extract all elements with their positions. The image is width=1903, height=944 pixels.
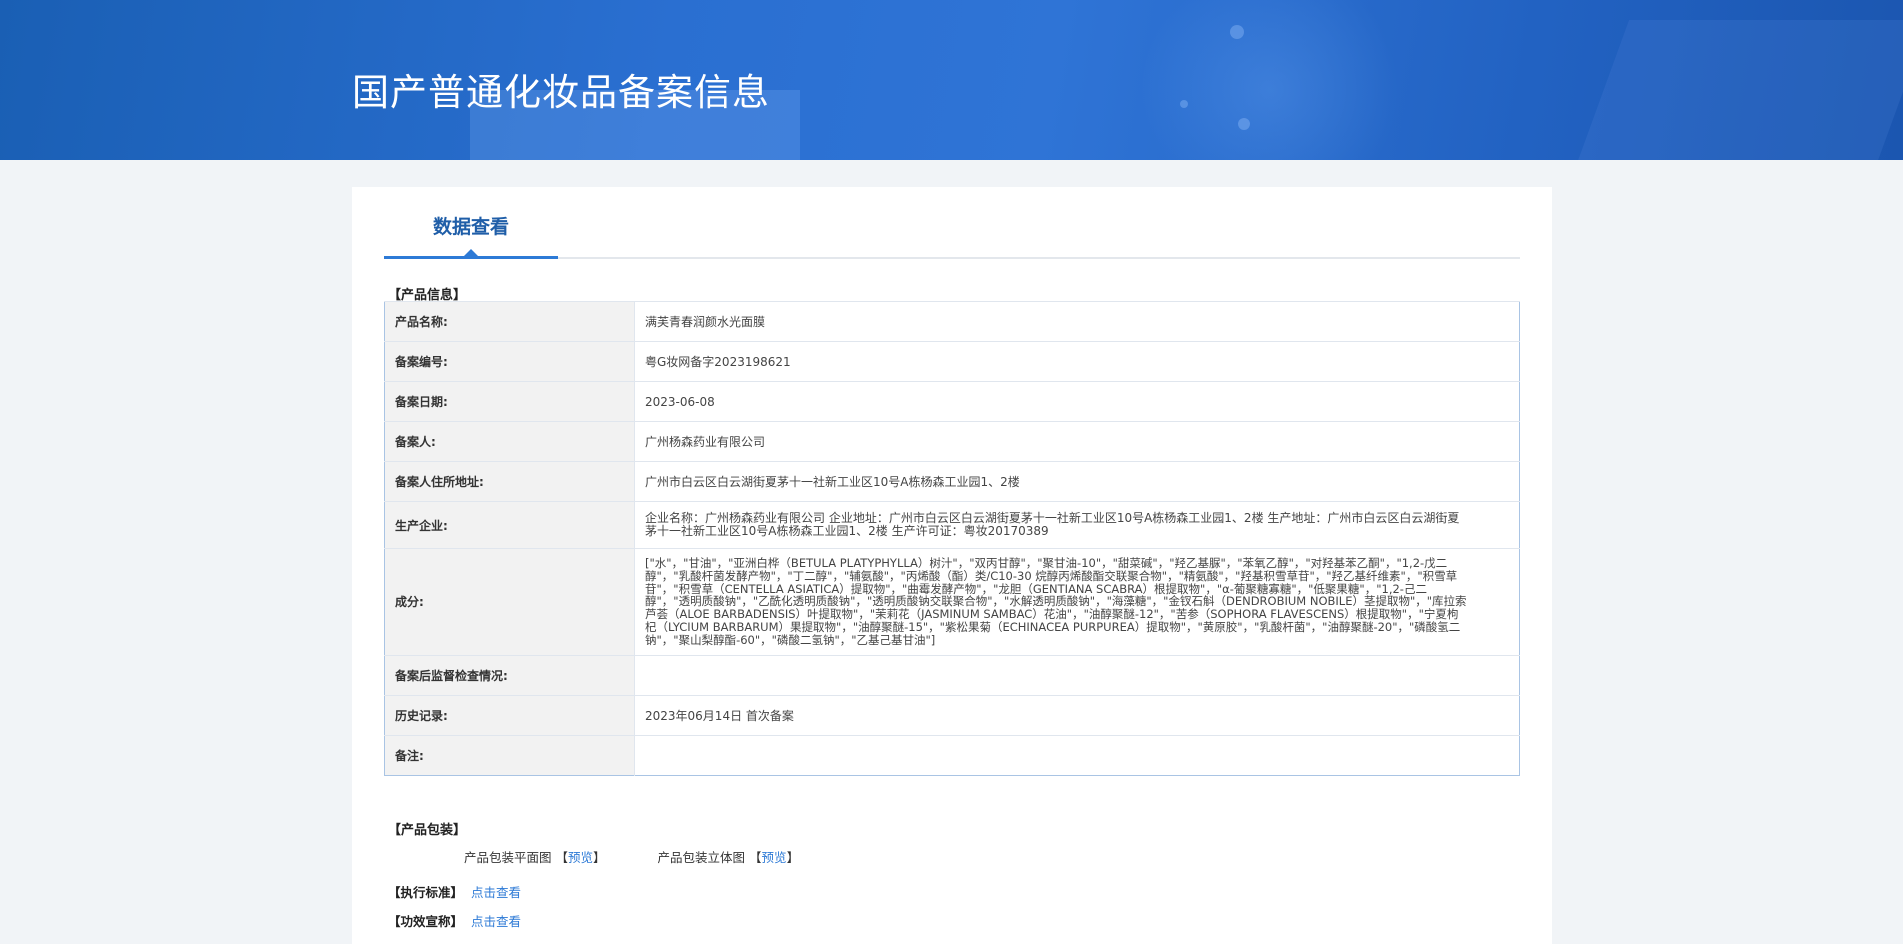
table-row: 产品名称: 满芙青春润颜水光面膜 xyxy=(384,301,1520,342)
preview-flat-link[interactable]: 预览 xyxy=(568,850,593,865)
row-label: 成分: xyxy=(384,548,635,656)
banner-decoration xyxy=(1180,100,1188,108)
row-label: 备案人住所地址: xyxy=(384,461,635,502)
row-label: 备注: xyxy=(384,734,635,776)
content-card: 数据查看 【产品信息】 产品名称: 满芙青春润颜水光面膜 备案编号: 粤G妆网备… xyxy=(352,187,1552,944)
tab-label: 数据查看 xyxy=(432,216,509,238)
tab-bar: 数据查看 xyxy=(384,187,1520,259)
tab-data-view[interactable]: 数据查看 xyxy=(384,187,558,259)
packaging-row: 产品包装平面图 【预览】 产品包装立体图 【预览】 xyxy=(464,847,847,866)
tab-caret-icon xyxy=(464,249,478,256)
row-label: 备案后监督检查情况: xyxy=(384,654,635,696)
efficacy-label: 【功效宣称】 xyxy=(388,914,464,929)
table-row: 成分: ["水"，"甘油"，"亚洲白桦（BETULA PLATYPHYLLA）树… xyxy=(384,548,1520,656)
preview-solid-link[interactable]: 预览 xyxy=(762,850,787,865)
section-title-packaging: 【产品包装】 xyxy=(388,823,467,838)
page-title: 国产普通化妆品备案信息 xyxy=(352,71,770,114)
product-info-table: 产品名称: 满芙青春润颜水光面膜 备案编号: 粤G妆网备字2023198621 … xyxy=(384,301,1520,776)
header-banner: 国产普通化妆品备案信息 xyxy=(0,0,1903,160)
row-value: 2023年06月14日 首次备案 xyxy=(634,694,1520,736)
banner-decoration xyxy=(1230,25,1244,39)
table-row: 备案日期: 2023-06-08 xyxy=(384,381,1520,422)
ingredients-value: ["水"，"甘油"，"亚洲白桦（BETULA PLATYPHYLLA）树汁"，"… xyxy=(634,548,1520,656)
bracket-close: 】 xyxy=(786,850,800,865)
standard-row: 【执行标准】 点击查看 xyxy=(388,882,521,901)
packaging-solid-item: 产品包装立体图 【预览】 xyxy=(658,847,800,866)
packaging-solid-label: 产品包装立体图 xyxy=(657,850,746,865)
efficacy-view-link[interactable]: 点击查看 xyxy=(471,914,521,929)
standard-label: 【执行标准】 xyxy=(388,885,464,900)
table-row: 备案人: 广州杨森药业有限公司 xyxy=(384,421,1520,462)
row-value: 企业名称：广州杨森药业有限公司 企业地址：广州市白云区白云湖街夏茅十一社新工业区… xyxy=(634,501,1520,549)
row-label: 历史记录: xyxy=(384,694,635,736)
banner-decoration xyxy=(1238,118,1250,130)
bracket-close: 】 xyxy=(593,850,606,865)
packaging-flat-item: 产品包装平面图 【预览】 xyxy=(464,847,606,866)
row-label: 备案人: xyxy=(384,421,635,462)
row-value: 广州杨森药业有限公司 xyxy=(634,421,1520,462)
row-value xyxy=(634,654,1520,696)
banner-decoration xyxy=(1570,20,1903,160)
row-label: 产品名称: xyxy=(384,301,635,342)
row-label: 备案编号: xyxy=(384,341,635,382)
table-row: 备注: xyxy=(384,734,1520,776)
table-row: 历史记录: 2023年06月14日 首次备案 xyxy=(384,694,1520,736)
bracket-open: 【 xyxy=(555,850,569,865)
packaging-flat-label: 产品包装平面图 xyxy=(464,850,552,865)
row-value: 满芙青春润颜水光面膜 xyxy=(634,301,1520,342)
efficacy-row: 【功效宣称】 点击查看 xyxy=(388,911,521,930)
row-value: 2023-06-08 xyxy=(634,381,1520,422)
banner-decoration xyxy=(1140,0,1400,160)
row-label: 生产企业: xyxy=(384,501,635,549)
table-row: 备案后监督检查情况: xyxy=(384,654,1520,696)
bracket-open: 【 xyxy=(749,850,762,865)
row-value xyxy=(634,734,1520,776)
standard-view-link[interactable]: 点击查看 xyxy=(471,885,521,900)
row-label: 备案日期: xyxy=(384,381,635,422)
table-row: 备案人住所地址: 广州市白云区白云湖街夏茅十一社新工业区10号A栋杨森工业园1、… xyxy=(384,461,1520,502)
table-row: 备案编号: 粤G妆网备字2023198621 xyxy=(384,341,1520,382)
table-row: 生产企业: 企业名称：广州杨森药业有限公司 企业地址：广州市白云区白云湖街夏茅十… xyxy=(384,501,1520,549)
row-value: 广州市白云区白云湖街夏茅十一社新工业区10号A栋杨森工业园1、2楼 xyxy=(634,461,1520,502)
row-value: 粤G妆网备字2023198621 xyxy=(634,341,1520,382)
